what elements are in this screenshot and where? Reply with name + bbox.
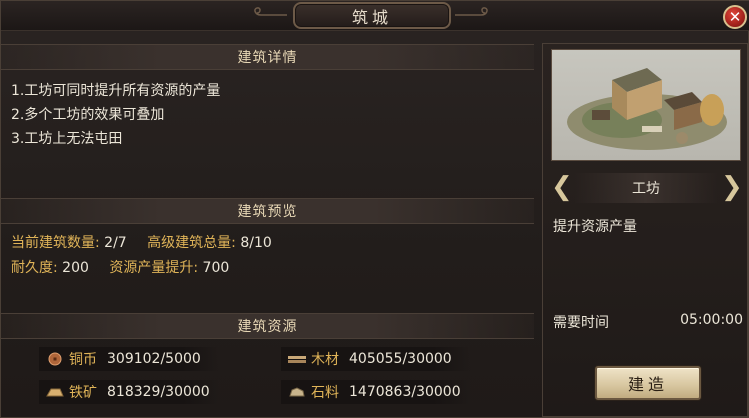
time-value: 05:00:00 [680, 312, 743, 328]
production-boost-label: 资源产量提升: [109, 260, 199, 276]
building-panel: ❮ 工坊 ❯ 提升资源产量 需要时间 05:00:00 建造 [542, 43, 748, 417]
preview-line-1: 当前建筑数量: 2/7 高级建筑总量: 8/10 [11, 233, 288, 253]
resource-value: 405055/30000 [349, 351, 452, 367]
current-count-value: 2/7 [104, 235, 127, 251]
time-label: 需要时间 [553, 315, 609, 331]
building-name: 工坊 [575, 173, 717, 203]
window-title: 筑城 [293, 2, 451, 29]
copper-coin-icon [45, 352, 65, 366]
build-dialog: 筑城 ✕ 建筑详情 1.工坊可同时提升所有资源的产量 2.多个工坊的效果可叠加 … [0, 0, 749, 418]
details-header: 建筑详情 [1, 44, 534, 70]
resource-name: 铁矿 [69, 385, 97, 401]
advanced-total-label: 高级建筑总量: [147, 235, 236, 251]
resource-iron: 铁矿 818329/30000 [39, 380, 219, 404]
close-icon: ✕ [728, 7, 742, 26]
production-boost-value: 700 [202, 260, 230, 276]
resource-value: 1470863/30000 [349, 384, 461, 400]
workshop-illustration-icon [567, 68, 727, 150]
preview-line-2: 耐久度: 200 资源产量提升: 700 [11, 258, 245, 278]
wood-icon [287, 352, 307, 366]
resource-copper: 铜币 309102/5000 [39, 347, 219, 371]
iron-ore-icon [45, 385, 65, 399]
details-list: 1.工坊可同时提升所有资源的产量 2.多个工坊的效果可叠加 3.工坊上无法屯田 [11, 79, 220, 151]
resource-value: 309102/5000 [107, 351, 201, 367]
detail-line: 1.工坊可同时提升所有资源的产量 [11, 83, 221, 99]
resource-name: 铜币 [69, 352, 97, 368]
stone-icon [287, 385, 307, 399]
title-ornament-right-icon [455, 7, 488, 16]
resource-wood: 木材 405055/30000 [281, 347, 471, 371]
build-button[interactable]: 建造 [595, 366, 701, 400]
build-time-row: 需要时间 05:00:00 [553, 312, 743, 332]
durability-value: 200 [62, 260, 89, 276]
building-selector: ❮ 工坊 ❯ [551, 168, 743, 208]
current-count-label: 当前建筑数量: [11, 235, 100, 251]
title-ornament-left-icon [254, 7, 287, 16]
resource-name: 木材 [311, 352, 339, 368]
detail-line: 3.工坊上无法屯田 [11, 131, 123, 147]
building-image [551, 49, 741, 161]
detail-line: 2.多个工坊的效果可叠加 [11, 107, 165, 123]
chevron-left-icon: ❮ [551, 172, 573, 202]
next-building-button[interactable]: ❯ [721, 172, 743, 204]
close-button[interactable]: ✕ [723, 5, 747, 29]
preview-header: 建筑预览 [1, 198, 534, 224]
resource-value: 818329/30000 [107, 384, 210, 400]
resources-header: 建筑资源 [1, 313, 534, 339]
resource-stone: 石料 1470863/30000 [281, 380, 471, 404]
advanced-total-value: 8/10 [240, 235, 272, 251]
prev-building-button[interactable]: ❮ [551, 172, 573, 204]
building-description: 提升资源产量 [553, 219, 637, 235]
chevron-right-icon: ❯ [721, 172, 743, 202]
durability-label: 耐久度: [11, 260, 58, 276]
resource-name: 石料 [311, 385, 339, 401]
info-panel: 建筑详情 1.工坊可同时提升所有资源的产量 2.多个工坊的效果可叠加 3.工坊上… [1, 43, 534, 418]
title-bar: 筑城 ✕ [1, 1, 749, 31]
